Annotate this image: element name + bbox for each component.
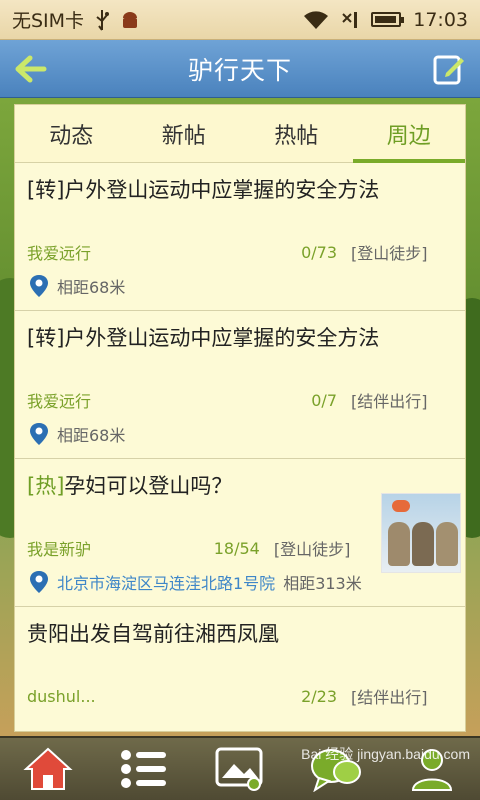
post-distance: 相距313米 xyxy=(283,574,362,593)
location-pin-icon xyxy=(29,422,49,446)
post-counts: 0/7 xyxy=(311,390,337,410)
post-author[interactable]: 我爱远行 xyxy=(27,240,177,264)
post-title-text: 孕妇可以登山吗？ xyxy=(64,474,233,498)
post-meta: dushul... 2/23 [结伴出行] xyxy=(27,683,447,709)
post-tag: [热] xyxy=(27,474,65,498)
android-debug-icon xyxy=(120,10,140,30)
post-category: [结伴出行] xyxy=(351,688,428,707)
battery-icon xyxy=(371,12,405,27)
post-author[interactable]: 我是新驴 xyxy=(27,536,173,560)
post-category: [结伴出行] xyxy=(351,392,428,411)
post-location: 北京市海淀区马连洼北路1号院 相距313米 xyxy=(29,569,362,595)
list-icon[interactable] xyxy=(117,742,171,796)
tab-new-posts[interactable]: 新帖 xyxy=(128,105,241,162)
post-category: [登山徒步] xyxy=(273,540,351,559)
post-tag: [转] xyxy=(27,326,65,350)
tab-bar: 动态 新帖 热帖 周边 xyxy=(15,105,465,163)
post-meta: 我爱远行 0/73 [登山徒步] xyxy=(27,239,447,265)
watermark: Bai 经验 jingyan.baidu.com xyxy=(301,746,470,762)
post-author[interactable]: dushul... xyxy=(27,687,177,706)
post-title: [转]户外登山运动中应掌握的安全方法 xyxy=(27,323,453,353)
tab-hot-posts[interactable]: 热帖 xyxy=(240,105,353,162)
post-counts: 2/23 xyxy=(301,686,337,706)
post-title: [转]户外登山运动中应掌握的安全方法 xyxy=(27,175,453,205)
post-category: [登山徒步] xyxy=(351,244,428,263)
page-title: 驴行天下 xyxy=(187,55,292,85)
status-bar: 无SIM卡 17:03 xyxy=(0,0,480,40)
post-meta: 我是新驴 18/54 [登山徒步] xyxy=(27,535,367,561)
list-item[interactable]: 贵阳出发自驾前往湘西凤凰 dushul... 2/23 [结伴出行] xyxy=(15,607,465,731)
clock: 17:03 xyxy=(413,8,468,31)
back-arrow-icon[interactable] xyxy=(12,50,50,88)
post-distance: 相距68米 xyxy=(57,278,126,297)
post-title-text: 户外登山运动中应掌握的安全方法 xyxy=(64,326,380,350)
kitten-shape xyxy=(412,522,434,566)
usb-icon xyxy=(94,9,110,31)
post-thumbnail[interactable] xyxy=(381,493,461,573)
post-title-text: 贵阳出发自驾前往湘西凤凰 xyxy=(27,622,279,646)
post-title: 贵阳出发自驾前往湘西凤凰 xyxy=(27,619,453,649)
post-location: 相距68米 xyxy=(29,273,125,299)
flower-shape xyxy=(392,500,410,512)
kitten-shape xyxy=(388,522,410,566)
post-tag: [转] xyxy=(27,178,65,202)
list-item[interactable]: [转]户外登山运动中应掌握的安全方法 我爱远行 0/73 [登山徒步] 相距68… xyxy=(15,163,465,311)
list-item[interactable]: [转]户外登山运动中应掌握的安全方法 我爱远行 0/7 [结伴出行] 相距68米 xyxy=(15,311,465,459)
tab-dynamic[interactable]: 动态 xyxy=(15,105,128,162)
post-author[interactable]: 我爱远行 xyxy=(27,388,177,412)
carrier-text: 无SIM卡 xyxy=(12,10,85,32)
post-location: 相距68米 xyxy=(29,421,125,447)
post-address: 北京市海淀区马连洼北路1号院 xyxy=(57,574,276,593)
post-meta: 我爱远行 0/7 [结伴出行] xyxy=(27,387,447,413)
list-item[interactable]: [热]孕妇可以登山吗？ 我是新驴 18/54 [登山徒步] 北京市海淀区马连洼北… xyxy=(15,459,465,607)
content-panel: 动态 新帖 热帖 周边 [转]户外登山运动中应掌握的安全方法 我爱远行 0/73… xyxy=(14,104,466,732)
home-icon[interactable] xyxy=(21,742,75,796)
photo-icon[interactable] xyxy=(213,742,267,796)
post-title-text: 户外登山运动中应掌握的安全方法 xyxy=(64,178,380,202)
post-counts: 18/54 xyxy=(213,538,260,558)
wifi-icon xyxy=(303,10,329,30)
location-pin-icon xyxy=(29,570,49,594)
location-pin-icon xyxy=(29,274,49,298)
post-distance: 相距68米 xyxy=(57,426,126,445)
post-counts: 0/73 xyxy=(301,242,337,262)
app-header: 驴行天下 xyxy=(0,40,480,98)
no-signal-icon xyxy=(341,10,359,30)
kitten-shape xyxy=(436,522,458,566)
compose-icon[interactable] xyxy=(430,50,468,88)
tab-nearby[interactable]: 周边 xyxy=(352,105,466,163)
